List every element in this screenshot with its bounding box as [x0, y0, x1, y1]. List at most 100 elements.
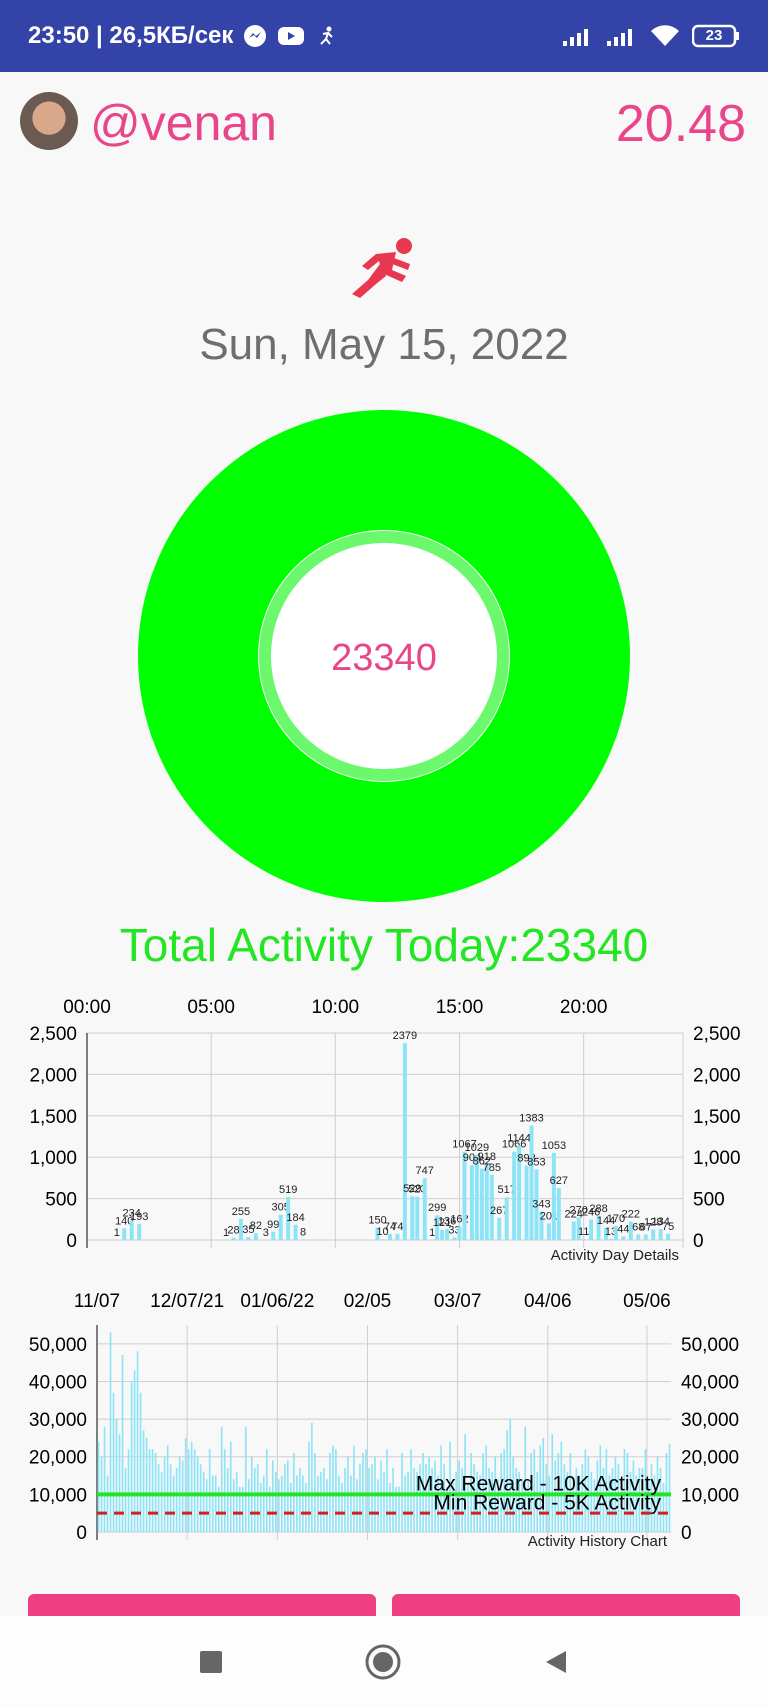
bar — [97, 1441, 100, 1532]
bar-value-label: 1144 — [507, 1132, 531, 1144]
left-action-button[interactable] — [28, 1594, 376, 1616]
bar — [302, 1475, 304, 1532]
y-tick-label-left: 1,500 — [29, 1107, 77, 1128]
bar — [581, 1239, 586, 1240]
bar — [262, 1475, 265, 1532]
bar — [148, 1449, 151, 1532]
ring-step-count: 23340 — [331, 637, 437, 679]
bar — [284, 1464, 286, 1532]
bar — [556, 1188, 561, 1240]
bar — [214, 1475, 217, 1532]
bar — [202, 1471, 205, 1532]
y-tick-label-left: 20,000 — [29, 1448, 87, 1469]
home-icon[interactable] — [364, 1643, 402, 1681]
bar — [130, 1381, 133, 1532]
activity-day-chart: 0 0 500 500 1,000 1,000 1,500 1,500 2,000 2,000 2,… — [0, 985, 768, 1265]
bar — [484, 1163, 489, 1240]
avatar[interactable] — [20, 92, 78, 150]
x-tick-label: 03/07 — [434, 1291, 482, 1312]
signal-icon — [562, 25, 594, 47]
bar — [311, 1422, 313, 1532]
y-tick-label-right: 50,000 — [681, 1335, 739, 1356]
y-tick-label-right: 1,500 — [693, 1107, 741, 1128]
bar-value-label: 193 — [130, 1211, 148, 1223]
bar — [231, 1237, 236, 1240]
bar — [184, 1437, 187, 1532]
bar — [208, 1449, 211, 1532]
bar — [551, 1152, 556, 1240]
bar — [479, 1168, 484, 1240]
bar — [353, 1445, 355, 1532]
bar — [332, 1445, 334, 1532]
bar — [142, 1430, 145, 1532]
bar — [422, 1178, 427, 1240]
bar — [160, 1471, 163, 1532]
status-right: 23 — [562, 0, 740, 72]
wifi-icon — [650, 24, 680, 48]
bar — [402, 1043, 407, 1240]
bar-value-label: 1053 — [542, 1140, 566, 1152]
bar — [220, 1426, 223, 1532]
y-tick-label-right: 1,000 — [693, 1148, 741, 1169]
bar — [175, 1468, 178, 1532]
bar — [410, 1449, 412, 1532]
bar-value-label: 519 — [279, 1184, 297, 1196]
bar — [296, 1475, 298, 1532]
recents-icon[interactable] — [198, 1649, 224, 1675]
status-time: 23:50 | 26,5КБ/сек — [28, 22, 234, 49]
bar — [124, 1468, 127, 1532]
navigation-bar — [0, 1616, 768, 1707]
bar — [205, 1479, 208, 1532]
y-tick-label-left: 2,000 — [29, 1065, 77, 1086]
bar-value-label: 82 — [250, 1220, 262, 1232]
bar — [277, 1479, 280, 1532]
activity-date: Sun, May 15, 2022 — [199, 320, 569, 369]
x-tick-label: 00:00 — [63, 997, 111, 1018]
bar — [529, 1125, 534, 1240]
bar — [278, 1214, 283, 1240]
x-tick-label: 11/07 — [74, 1291, 120, 1312]
activity-ring: 23340 — [138, 410, 630, 902]
bar — [190, 1441, 193, 1532]
y-tick-label-right: 2,500 — [693, 1024, 741, 1045]
bar — [410, 1196, 415, 1240]
messenger-icon — [243, 24, 267, 48]
right-action-button[interactable] — [392, 1594, 740, 1616]
bar — [223, 1449, 226, 1532]
bar — [621, 1236, 626, 1240]
y-tick-label-right: 2,000 — [693, 1065, 741, 1086]
bar — [136, 1351, 139, 1532]
bar — [157, 1464, 160, 1532]
bar — [112, 1392, 115, 1532]
bar — [338, 1475, 340, 1532]
bar — [662, 1483, 665, 1532]
bar — [271, 1231, 276, 1240]
bar — [386, 1449, 388, 1532]
profile-header: @venan 20.48 — [0, 72, 768, 182]
bar — [193, 1449, 196, 1532]
bar — [115, 1419, 118, 1532]
bar — [457, 1226, 462, 1240]
bar — [415, 1196, 420, 1240]
back-icon[interactable] — [542, 1648, 570, 1676]
bar — [172, 1475, 175, 1532]
bar-value-label: 343 — [532, 1199, 550, 1211]
username[interactable]: @venan — [90, 94, 277, 152]
bar — [389, 1483, 391, 1532]
x-tick-label: 02/05 — [344, 1291, 392, 1312]
battery-level: 23 — [705, 27, 723, 44]
y-tick-label-right: 40,000 — [681, 1372, 739, 1393]
bar — [341, 1483, 343, 1532]
bar — [469, 1165, 474, 1240]
bar — [317, 1475, 319, 1532]
x-tick-label: 04/06 — [524, 1291, 572, 1312]
y-tick-label-left: 30,000 — [29, 1410, 87, 1431]
total-activity-label: Total Activity Today:23340 — [119, 919, 649, 971]
bar — [462, 1151, 467, 1240]
bar — [106, 1475, 109, 1532]
bar — [497, 1217, 502, 1240]
y-tick-label-left: 40,000 — [29, 1372, 87, 1393]
bar — [118, 1434, 121, 1532]
bar — [344, 1468, 346, 1532]
bar — [145, 1437, 148, 1532]
